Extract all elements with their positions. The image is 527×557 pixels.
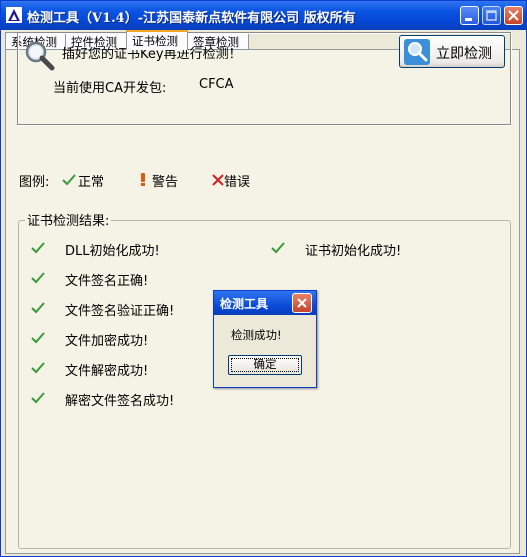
check-icon bbox=[31, 362, 45, 374]
tab-label: 证书检测 bbox=[132, 34, 178, 48]
tab-cert-check[interactable]: 证书检测 bbox=[126, 30, 188, 50]
ca-package-label: 当前使用CA开发包: bbox=[53, 81, 167, 96]
close-icon bbox=[508, 10, 519, 21]
minimize-button[interactable] bbox=[460, 6, 479, 25]
exclamation-icon bbox=[141, 173, 145, 186]
ca-package-value: CFCA bbox=[199, 77, 234, 92]
check-icon bbox=[271, 242, 285, 254]
check-now-button[interactable]: 立即检测 bbox=[399, 35, 505, 68]
dialog-close-button[interactable] bbox=[292, 293, 312, 313]
check-icon bbox=[31, 272, 45, 284]
result-label: 证书初始化成功! bbox=[305, 244, 402, 259]
window-title: 检测工具（V1.4）-江苏国泰新点软件有限公司 版权所有 bbox=[27, 11, 356, 26]
main-window: 检测工具（V1.4）-江苏国泰新点软件有限公司 版权所有 系统检测 控件检测 证… bbox=[0, 0, 527, 557]
success-dialog: 检测工具 检测成功! 确定 bbox=[213, 290, 317, 388]
close-icon bbox=[297, 298, 307, 308]
dialog-message: 检测成功! bbox=[231, 328, 282, 342]
title-bar[interactable]: 检测工具（V1.4）-江苏国泰新点软件有限公司 版权所有 bbox=[1, 1, 526, 30]
dialog-ok-button[interactable]: 确定 bbox=[228, 355, 302, 375]
check-icon bbox=[31, 302, 45, 314]
close-button[interactable] bbox=[504, 6, 523, 25]
app-logo-icon bbox=[6, 7, 22, 23]
check-icon bbox=[31, 332, 45, 344]
legend-warning: 警告 bbox=[152, 175, 179, 190]
check-now-label: 立即检测 bbox=[436, 46, 492, 62]
legend-label: 图例: bbox=[19, 175, 50, 190]
result-label: 解密文件签名成功! bbox=[65, 394, 175, 409]
minimize-icon bbox=[465, 18, 472, 21]
result-label: 文件签名验证正确! bbox=[65, 304, 175, 319]
maximize-button[interactable] bbox=[482, 6, 501, 25]
dialog-title: 检测工具 bbox=[220, 297, 269, 311]
results-title: 证书检测结果: bbox=[25, 210, 112, 229]
maximize-icon bbox=[486, 10, 497, 21]
search-icon bbox=[404, 39, 430, 65]
magnifier-icon bbox=[25, 41, 55, 71]
result-label: 文件加密成功! bbox=[65, 334, 149, 349]
legend-normal: 正常 bbox=[78, 175, 105, 190]
x-icon bbox=[212, 174, 224, 186]
legend-error: 错误 bbox=[224, 175, 251, 190]
result-label: DLL初始化成功! bbox=[65, 244, 160, 259]
check-icon bbox=[31, 242, 45, 254]
check-icon bbox=[62, 174, 76, 186]
result-label: 文件签名正确! bbox=[65, 274, 149, 289]
dialog-title-bar[interactable]: 检测工具 bbox=[214, 291, 316, 315]
result-label: 文件解密成功! bbox=[65, 364, 149, 379]
check-icon bbox=[31, 392, 45, 404]
